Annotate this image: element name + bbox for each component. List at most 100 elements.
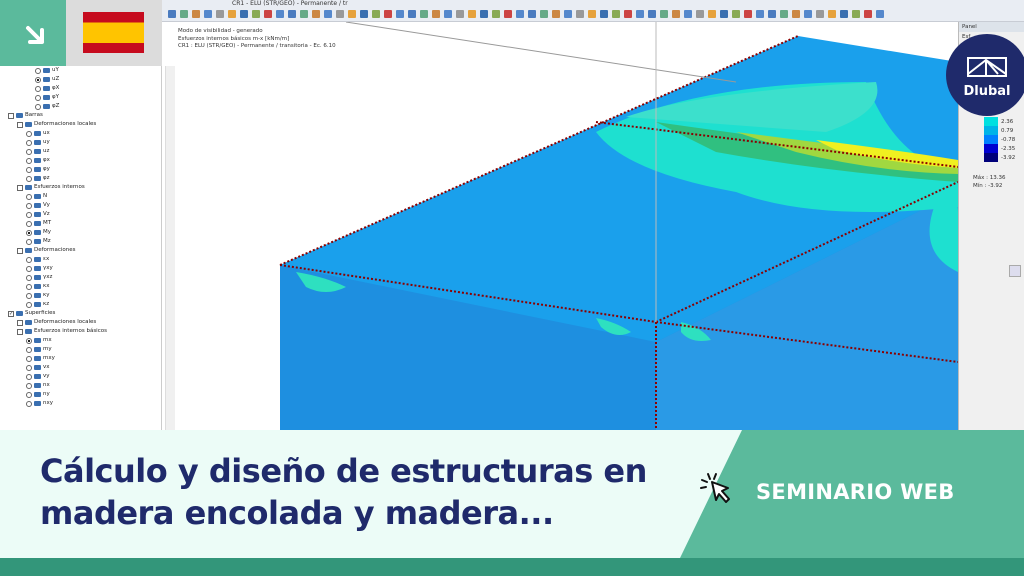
radio-button[interactable] [26, 274, 32, 281]
tree-item[interactable]: Deformaciones locales [0, 120, 161, 129]
tree-item[interactable]: MT [0, 219, 161, 228]
toolbar-button-icon[interactable] [480, 10, 488, 18]
toolbar-button-icon[interactable] [588, 10, 596, 18]
toolbar-button-icon[interactable] [540, 10, 548, 18]
toolbar-button-icon[interactable] [792, 10, 800, 18]
radio-button[interactable] [26, 166, 32, 173]
toolbar-button-icon[interactable] [612, 10, 620, 18]
tree-item[interactable]: φz [0, 174, 161, 183]
tree-item[interactable]: Mz [0, 237, 161, 246]
radio-button[interactable] [26, 382, 32, 389]
toolbar-button-icon[interactable] [228, 10, 236, 18]
tree-item[interactable]: Deformaciones [0, 246, 161, 255]
tree-item[interactable]: uY [0, 66, 161, 75]
checkbox[interactable] [17, 184, 23, 191]
toolbar-button-icon[interactable] [624, 10, 632, 18]
radio-button[interactable] [26, 400, 32, 407]
toolbar-button-icon[interactable] [180, 10, 188, 18]
radio-button[interactable] [35, 76, 41, 83]
radio-button[interactable] [26, 283, 32, 290]
radio-button[interactable] [26, 292, 32, 299]
toolbar-button-icon[interactable] [732, 10, 740, 18]
tree-item[interactable]: My [0, 228, 161, 237]
radio-button[interactable] [35, 67, 41, 74]
radio-button[interactable] [26, 373, 32, 380]
radio-button[interactable] [26, 220, 32, 227]
toolbar-button-icon[interactable] [708, 10, 716, 18]
tree-item[interactable]: ✓ Superficies [0, 309, 161, 318]
toolbar-button-icon[interactable] [684, 10, 692, 18]
tree-item[interactable]: φY [0, 93, 161, 102]
tree-item[interactable]: Deformaciones locales [0, 318, 161, 327]
radio-button[interactable] [26, 130, 32, 137]
tree-scrollbar[interactable] [165, 66, 175, 430]
toolbar-button-icon[interactable] [192, 10, 200, 18]
toolbar-button-icon[interactable] [768, 10, 776, 18]
tree-item[interactable]: mxy [0, 354, 161, 363]
tree-item[interactable]: my [0, 345, 161, 354]
toolbar-button-icon[interactable] [576, 10, 584, 18]
checkbox[interactable] [17, 121, 23, 128]
toolbar-button-icon[interactable] [468, 10, 476, 18]
toolbar-button-icon[interactable] [864, 10, 872, 18]
checkbox[interactable] [17, 319, 23, 326]
radio-button[interactable] [35, 85, 41, 92]
radio-button[interactable] [26, 139, 32, 146]
toolbar-button-icon[interactable] [780, 10, 788, 18]
checkbox[interactable]: ✓ [8, 310, 14, 317]
radio-button[interactable] [26, 256, 32, 263]
toolbar-button-icon[interactable] [720, 10, 728, 18]
tree-item[interactable]: Esfuerzos internos básicos [0, 327, 161, 336]
toolbar-button-icon[interactable] [552, 10, 560, 18]
toolbar-button-icon[interactable] [564, 10, 572, 18]
toolbar-button-icon[interactable] [204, 10, 212, 18]
toolbar-button-icon[interactable] [696, 10, 704, 18]
tree-item[interactable]: vx [0, 363, 161, 372]
toolbar-button-icon[interactable] [816, 10, 824, 18]
toolbar-button-icon[interactable] [852, 10, 860, 18]
tree-item[interactable]: φZ [0, 102, 161, 111]
tree-item[interactable]: uZ [0, 75, 161, 84]
toolbar-button-icon[interactable] [456, 10, 464, 18]
toolbar-button-icon[interactable] [396, 10, 404, 18]
tree-item[interactable]: nx [0, 381, 161, 390]
radio-button[interactable] [26, 148, 32, 155]
toolbar-button-icon[interactable] [636, 10, 644, 18]
toolbar-button-icon[interactable] [252, 10, 260, 18]
tree-item[interactable]: uy [0, 138, 161, 147]
radio-button[interactable] [35, 103, 41, 110]
toolbar-button-icon[interactable] [648, 10, 656, 18]
radio-button[interactable] [26, 211, 32, 218]
tree-item[interactable]: ny [0, 390, 161, 399]
checkbox[interactable] [17, 247, 23, 254]
radio-button[interactable] [26, 175, 32, 182]
toolbar-button-icon[interactable] [600, 10, 608, 18]
tree-item[interactable]: Esfuerzos internos [0, 183, 161, 192]
radio-button[interactable] [26, 337, 32, 344]
toolbar-button-icon[interactable] [444, 10, 452, 18]
toolbar-button-icon[interactable] [276, 10, 284, 18]
toolbar-button-icon[interactable] [744, 10, 752, 18]
tree-item[interactable]: Vz [0, 210, 161, 219]
tree-item[interactable]: mx [0, 336, 161, 345]
toolbar-button-icon[interactable] [312, 10, 320, 18]
toolbar-button-icon[interactable] [360, 10, 368, 18]
toolbar-button-icon[interactable] [492, 10, 500, 18]
tree-item[interactable]: εx [0, 255, 161, 264]
toolbar-button-icon[interactable] [528, 10, 536, 18]
tree-item[interactable]: κx [0, 282, 161, 291]
radio-button[interactable] [26, 202, 32, 209]
toolbar-button-icon[interactable] [384, 10, 392, 18]
toolbar-button-icon[interactable] [324, 10, 332, 18]
tree-item[interactable]: Barras [0, 111, 161, 120]
radio-button[interactable] [26, 364, 32, 371]
toolbar-button-icon[interactable] [660, 10, 668, 18]
toolbar-button-icon[interactable] [288, 10, 296, 18]
tree-item[interactable]: κy [0, 291, 161, 300]
toolbar-button-icon[interactable] [876, 10, 884, 18]
toolbar-button-icon[interactable] [804, 10, 812, 18]
toolbar-button-icon[interactable] [348, 10, 356, 18]
zoom-icon[interactable] [1009, 265, 1021, 277]
checkbox[interactable] [17, 328, 23, 335]
toolbar-button-icon[interactable] [240, 10, 248, 18]
